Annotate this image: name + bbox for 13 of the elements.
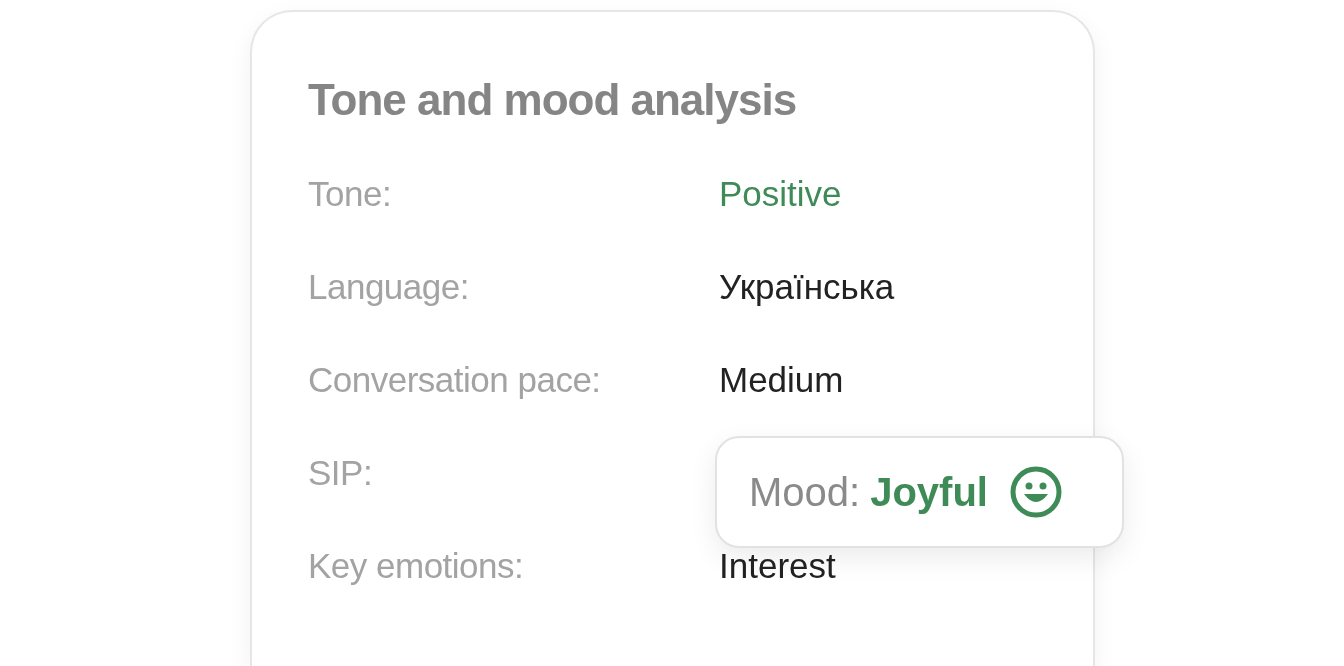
field-value: Українська (719, 265, 895, 308)
field-label: Tone: (308, 172, 392, 215)
field-label: SIP: (308, 451, 373, 494)
field-value: Positive (719, 172, 842, 215)
field-value: Medium (719, 358, 844, 401)
card-title: Tone and mood analysis (308, 74, 798, 126)
mood-value: Joyful (870, 469, 988, 516)
field-value: Interest (719, 544, 836, 587)
field-label: Key emotions: (308, 544, 524, 587)
smiley-icon (1009, 466, 1062, 518)
field-label: Language: (308, 265, 469, 308)
mood-label: Mood: (749, 469, 861, 516)
field-label: Conversation pace: (308, 358, 601, 401)
